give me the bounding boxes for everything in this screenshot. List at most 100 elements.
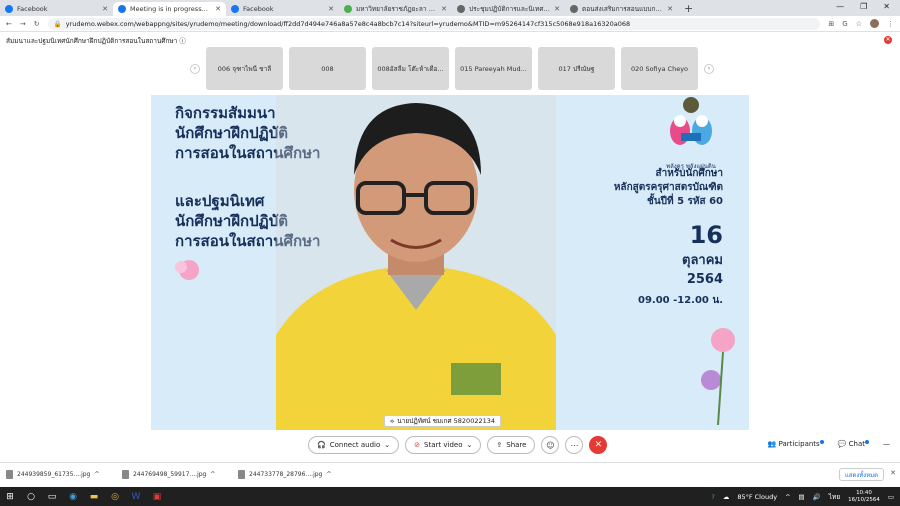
browser-tab-active[interactable]: Meeting is in progress... ✕ bbox=[113, 2, 226, 16]
download-item[interactable]: 244939859_61735....jpg ^ bbox=[6, 470, 106, 479]
camera-off-icon: ⊘ bbox=[414, 441, 421, 449]
browser-tab[interactable]: ตอนส่งเสริมการสอนแบบการเรียนรู้ ...✕ bbox=[565, 2, 678, 16]
address-bar: ← → ↻ 🔒 yrudemo.webex.com/webappng/sites… bbox=[0, 16, 900, 32]
poster-month-year: ตุลาคม 2564 bbox=[682, 253, 723, 287]
reactions-button[interactable]: ☺ bbox=[541, 436, 560, 454]
window-controls: — ❐ ✕ bbox=[826, 0, 900, 13]
chat-icon: 💬 bbox=[837, 440, 847, 448]
participant-tile[interactable]: 017 ปรีณัษฐ bbox=[538, 47, 615, 90]
participant-tile[interactable]: 015 Pareeyah Mud... bbox=[455, 47, 532, 90]
participant-strip: ‹ 006 จุฑาไพนี ชาลี 008 008อัสลีม โต๊ะห้… bbox=[190, 47, 714, 90]
star-icon[interactable]: ☆ bbox=[856, 20, 862, 28]
search-icon[interactable]: ○ bbox=[25, 491, 37, 503]
site-icon bbox=[457, 5, 465, 13]
file-icon bbox=[6, 470, 13, 479]
new-tab-button[interactable]: + bbox=[684, 2, 693, 16]
site-icon bbox=[344, 5, 352, 13]
chrome-icon[interactable]: ◎ bbox=[109, 491, 121, 503]
browser-tab[interactable]: ประชุมปฏิบัติการและนิเทศนักศึกษา โคร...✕ bbox=[452, 2, 565, 16]
minimize-icon[interactable]: — bbox=[836, 2, 844, 11]
file-explorer-icon[interactable]: ▬ bbox=[88, 491, 100, 503]
connect-audio-button[interactable]: 🎧 Connect audio ⌄ bbox=[308, 436, 400, 454]
download-item[interactable]: 244769498_59917....jpg ^ bbox=[122, 470, 222, 479]
close-tab-icon[interactable]: ✕ bbox=[667, 5, 673, 13]
close-tab-icon[interactable]: ✕ bbox=[215, 5, 221, 13]
flower-decoration bbox=[701, 328, 735, 425]
close-tab-icon[interactable]: ✕ bbox=[554, 5, 560, 13]
maximize-icon[interactable]: ❐ bbox=[860, 2, 867, 11]
notification-dot bbox=[819, 440, 824, 444]
more-icon[interactable]: — bbox=[883, 440, 890, 448]
forward-icon[interactable]: → bbox=[20, 20, 26, 28]
teacher-logo: พลังครู พลังแผ่นดิน bbox=[663, 95, 719, 170]
help-icon[interactable]: ? bbox=[711, 493, 714, 501]
notifications-icon[interactable]: ▭ bbox=[888, 493, 894, 501]
edge-icon[interactable]: ◉ bbox=[67, 491, 79, 503]
webex-icon bbox=[118, 5, 126, 13]
logo-icon bbox=[670, 97, 712, 145]
people-icon: 👥 bbox=[767, 440, 777, 448]
download-item[interactable]: 244733778_28796....jpg ^ bbox=[238, 470, 338, 479]
browser-tab[interactable]: Facebook ✕ bbox=[0, 2, 113, 16]
side-panel-controls: 👥 Participants 💬 Chat — bbox=[768, 440, 890, 448]
participant-tile[interactable]: 020 Sofiya Cheyo bbox=[621, 47, 698, 90]
close-icon[interactable]: ✕ bbox=[890, 469, 896, 477]
chevron-up-icon[interactable]: ^ bbox=[210, 471, 215, 478]
poster-time: 09.00 -12.00 น. bbox=[637, 295, 723, 306]
downloads-bar: 244939859_61735....jpg ^ 244769498_59917.… bbox=[0, 462, 900, 486]
close-window-icon[interactable]: ✕ bbox=[883, 2, 890, 11]
chevron-right-icon[interactable]: › bbox=[704, 63, 714, 74]
chevron-up-icon[interactable]: ^ bbox=[326, 471, 331, 478]
reload-icon[interactable]: ↻ bbox=[34, 20, 40, 28]
speaker-video bbox=[276, 95, 556, 430]
main-video: กิจกรรมสัมมนา นักศึกษาฝึกปฏิบัติ การสอนใ… bbox=[151, 95, 749, 430]
file-icon bbox=[122, 470, 129, 479]
network-icon[interactable]: ▤ bbox=[799, 493, 805, 501]
menu-icon[interactable]: ⋮ bbox=[887, 20, 894, 28]
toolbar-icons: ⊞ G ☆ ⋮ bbox=[828, 19, 894, 28]
start-video-button[interactable]: ⊘ Start video ⌄ bbox=[405, 436, 482, 454]
file-icon bbox=[238, 470, 245, 479]
facebook-icon bbox=[5, 5, 13, 13]
chevron-up-icon[interactable]: ^ bbox=[785, 493, 790, 501]
close-tab-icon[interactable]: ✕ bbox=[328, 5, 334, 13]
headset-icon: 🎧 bbox=[317, 441, 326, 449]
poster-audience: สำหรับนักศึกษา หลักสูตรครุศาสตรบัณฑิต ชั… bbox=[613, 168, 723, 207]
participant-tile[interactable]: 008 bbox=[289, 47, 366, 90]
profile-avatar[interactable] bbox=[870, 19, 879, 28]
word-icon[interactable]: W bbox=[130, 491, 142, 503]
browser-tab[interactable]: Facebook ✕ bbox=[226, 2, 339, 16]
browser-tab-bar: Facebook ✕ Meeting is in progress... ✕ Fac… bbox=[0, 0, 900, 16]
translate-icon[interactable]: G bbox=[842, 20, 847, 28]
close-tab-icon[interactable]: ✕ bbox=[102, 5, 108, 13]
volume-icon[interactable]: 🔊 bbox=[813, 493, 821, 501]
close-tab-icon[interactable]: ✕ bbox=[441, 5, 447, 13]
chevron-left-icon[interactable]: ‹ bbox=[190, 63, 200, 74]
share-button[interactable]: ⇪ Share bbox=[487, 436, 536, 454]
more-options-button[interactable]: ⋯ bbox=[565, 436, 584, 454]
notification-dot bbox=[865, 440, 869, 444]
app-icon[interactable]: ▣ bbox=[151, 491, 163, 503]
share-icon: ⇪ bbox=[496, 441, 503, 449]
back-icon[interactable]: ← bbox=[6, 20, 12, 28]
clock[interactable]: 10:40 16/10/2564 bbox=[848, 490, 880, 504]
participant-tile[interactable]: 008อัสลีม โต๊ะห้าเดือ... bbox=[372, 47, 449, 90]
speaker-name-tag: ⟡ นายปฏิทัศน์ ชมเกศ 5820022134 bbox=[384, 415, 502, 427]
task-view-icon[interactable]: ▭ bbox=[46, 491, 58, 503]
flower-decoration bbox=[175, 260, 199, 280]
chevron-down-icon: ⌄ bbox=[384, 441, 391, 449]
site-icon bbox=[570, 5, 578, 13]
leave-meeting-button[interactable]: ✕ bbox=[589, 436, 608, 454]
meeting-title: สัมมนาและปฐมนิเทศนักศึกษาฝึกปฏิบัติการสอ… bbox=[6, 37, 186, 45]
participant-tile[interactable]: 006 จุฑาไพนี ชาลี bbox=[206, 47, 283, 90]
extension-icon[interactable]: ⊞ bbox=[828, 20, 834, 28]
windows-start-icon[interactable]: ⊞ bbox=[4, 491, 16, 503]
chevron-up-icon[interactable]: ^ bbox=[94, 471, 99, 478]
participants-button[interactable]: 👥 Participants bbox=[768, 440, 824, 448]
chat-button[interactable]: 💬 Chat bbox=[838, 440, 869, 448]
url-input[interactable]: 🔒 yrudemo.webex.com/webappng/sites/yrude… bbox=[47, 17, 821, 30]
poster-day: 16 bbox=[689, 221, 723, 249]
browser-tab[interactable]: มหาวิทยาลัยราชภัฏยะลา - ระบบสารสนเ...✕ bbox=[339, 2, 452, 16]
close-icon[interactable]: ✕ bbox=[884, 36, 892, 44]
show-all-button[interactable]: แสดงทั้งหมด bbox=[838, 468, 884, 481]
